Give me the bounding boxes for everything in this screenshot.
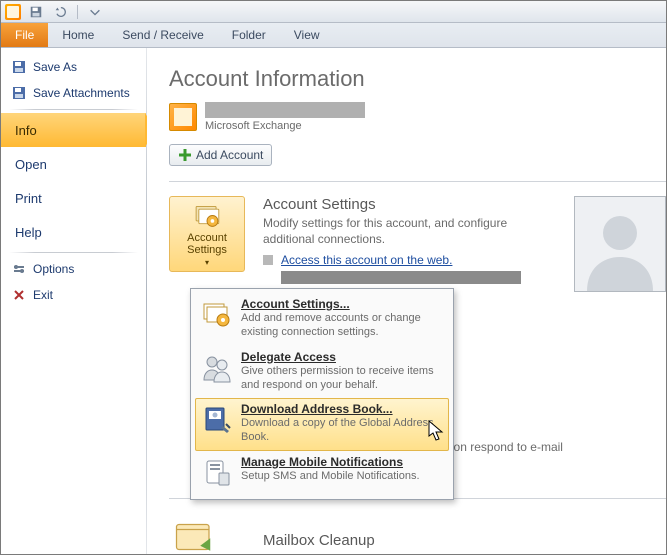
tab-send-receive[interactable]: Send / Receive [108,23,217,47]
nav-label: Exit [33,288,53,302]
delegate-icon [201,352,233,384]
nav-label: Options [33,262,74,276]
exit-icon [11,287,27,303]
cleanup-icon [169,512,219,554]
contact-photo[interactable] [574,196,666,292]
menu-title: Delegate Access [241,350,443,364]
tab-view[interactable]: View [280,23,334,47]
section-title: Mailbox Cleanup [263,532,666,549]
address-book-icon [201,404,233,436]
nav-exit[interactable]: Exit [1,282,146,308]
nav-label: Save Attachments [33,86,130,100]
menu-desc: Give others permission to receive items … [241,364,443,393]
account-settings-dropdown: Account Settings... Add and remove accou… [190,288,454,500]
person-silhouette-icon [575,201,665,291]
account-type: Microsoft Exchange [205,120,365,132]
add-account-label: Add Account [196,148,263,162]
nav-separator [9,252,138,253]
title-bar [1,1,666,23]
qat-undo-icon[interactable] [51,3,69,21]
options-icon [11,261,27,277]
ribbon-tabs: File Home Send / Receive Folder View [1,23,666,48]
bullet-icon [263,255,273,265]
section-account-settings: Account Settings ▾ Account Settings Modi… [169,196,666,284]
account-name-redacted [205,102,365,118]
menu-desc: Add and remove accounts or change existi… [241,311,443,340]
button-label: Account Settings [174,232,240,256]
settings-folder-icon [191,201,223,230]
menu-title: Manage Mobile Notifications [241,455,443,469]
menu-title: Download Address Book... [241,402,443,416]
menu-delegate-access[interactable]: Delegate Access Give others permission t… [195,346,449,399]
tab-folder[interactable]: Folder [218,23,280,47]
dropdown-indicator-icon: ▾ [205,258,209,267]
app-icon [5,4,21,20]
mobile-icon [201,457,233,489]
menu-account-settings[interactable]: Account Settings... Add and remove accou… [195,293,449,346]
attachment-icon [11,85,27,101]
menu-manage-mobile[interactable]: Manage Mobile Notifications Setup SMS an… [195,451,449,495]
account-row: Microsoft Exchange [169,102,666,132]
settings-folder-icon [201,299,233,331]
tab-file[interactable]: File [1,23,48,47]
plus-icon [178,148,192,162]
nav-print[interactable]: Print [1,181,146,215]
tab-home[interactable]: Home [48,23,108,47]
section-desc: Manage the size of your mailbox by empty… [263,551,623,554]
hr [169,181,666,182]
nav-info[interactable]: Info [1,113,146,147]
menu-desc: Download a copy of the Global Address Bo… [241,416,443,445]
nav-help[interactable]: Help [1,215,146,249]
menu-desc: Setup SMS and Mobile Notifications. [241,469,443,483]
menu-title: Account Settings... [241,297,443,311]
url-redacted [281,271,521,284]
nav-separator [9,109,138,110]
qat-save-icon[interactable] [27,3,45,21]
nav-save-as[interactable]: Save As [1,54,146,80]
account-settings-button[interactable]: Account Settings ▾ [169,196,245,272]
page-title: Account Information [169,66,666,92]
nav-options[interactable]: Options [1,256,146,282]
qat-separator [77,5,78,19]
qat-customize-icon[interactable] [86,3,104,21]
left-nav: Save As Save Attachments Info Open Print… [1,48,146,554]
menu-download-address-book[interactable]: Download Address Book... Download a copy… [195,398,449,451]
nav-open[interactable]: Open [1,147,146,181]
owa-link[interactable]: Access this account on the web. [281,253,452,267]
save-icon [11,59,27,75]
nav-save-attachments[interactable]: Save Attachments [1,80,146,106]
nav-label: Save As [33,60,77,74]
section-mailbox-cleanup: Mailbox Cleanup Manage the size of your … [169,532,666,554]
account-icon [169,103,197,131]
add-account-button[interactable]: Add Account [169,144,272,166]
section-desc: Modify settings for this account, and co… [263,215,523,247]
